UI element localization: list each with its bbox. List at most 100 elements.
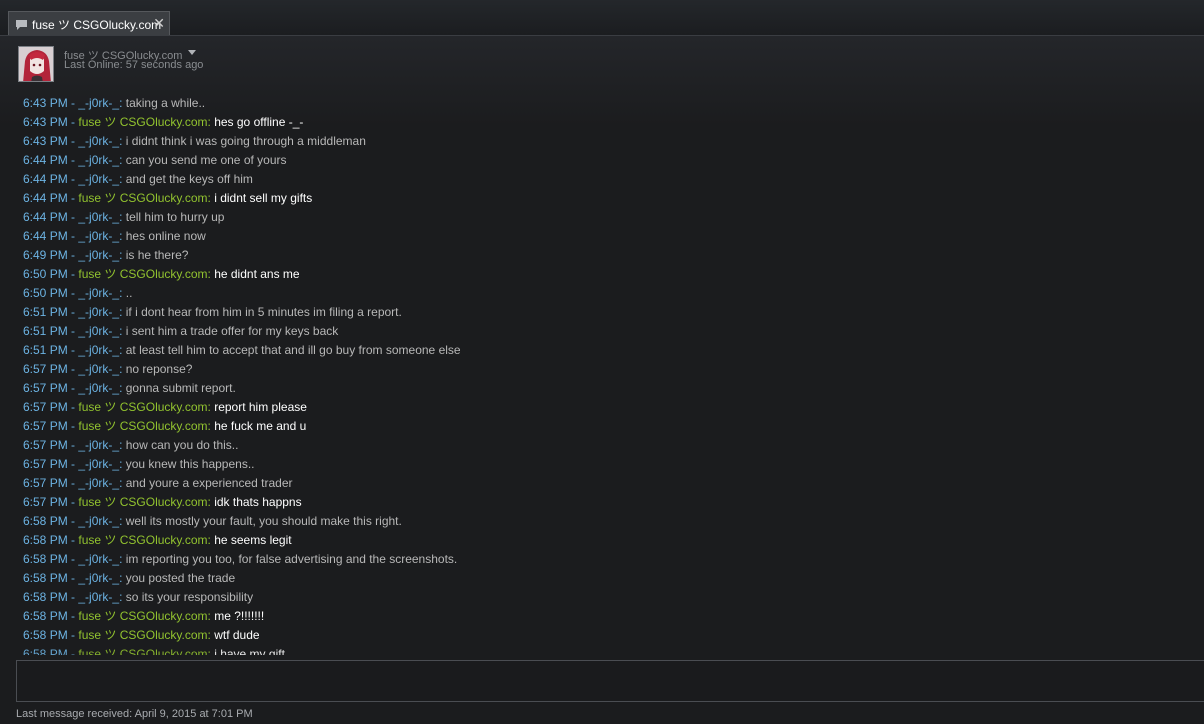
chat-message: 6:57 PM - fuse ツ CSGOlucky.com: idk that…: [23, 495, 302, 509]
message-text: gonna submit report.: [125, 381, 236, 395]
message-author[interactable]: _-j0rk-_: [78, 324, 119, 338]
message-timestamp: 6:58 PM: [23, 552, 68, 566]
message-timestamp: 6:57 PM: [23, 438, 68, 452]
message-author[interactable]: fuse ツ CSGOlucky.com: [78, 419, 207, 433]
message-text: report him please: [214, 400, 307, 414]
message-text: and youre a experienced trader: [125, 476, 293, 490]
message-timestamp: 6:57 PM: [23, 495, 68, 509]
chat-message: 6:57 PM - _-j0rk-_: you knew this happen…: [23, 457, 255, 471]
message-author[interactable]: _-j0rk-_: [78, 96, 119, 110]
message-text: i didnt sell my gifts: [214, 191, 313, 205]
message-text: hes go offline -_-: [214, 115, 304, 129]
close-icon[interactable]: ✕: [153, 15, 165, 31]
message-timestamp: 6:51 PM: [23, 343, 68, 357]
message-text: if i dont hear from him in 5 minutes im …: [125, 305, 402, 319]
message-timestamp: 6:51 PM: [23, 324, 68, 338]
message-author[interactable]: _-j0rk-_: [78, 286, 119, 300]
chat-message: 6:49 PM - _-j0rk-_: is he there?: [23, 248, 189, 262]
message-text: i sent him a trade offer for my keys bac…: [125, 324, 339, 338]
message-input[interactable]: [16, 660, 1204, 702]
message-text: and get the keys off him: [125, 172, 253, 186]
message-text: he fuck me and u: [214, 419, 307, 433]
chat-bubble-icon: [15, 18, 28, 30]
message-author[interactable]: _-j0rk-_: [78, 476, 119, 490]
message-text: how can you do this..: [125, 438, 239, 452]
message-timestamp: 6:58 PM: [23, 590, 68, 604]
tab-chat-fuse[interactable]: fuse ツ CSGOlucky.com ✕: [8, 11, 170, 35]
message-timestamp: 6:58 PM: [23, 571, 68, 585]
message-timestamp: 6:49 PM: [23, 248, 68, 262]
message-author[interactable]: _-j0rk-_: [78, 362, 119, 376]
message-timestamp: 6:50 PM: [23, 267, 68, 281]
chat-message: 6:58 PM - _-j0rk-_: so its your responsi…: [23, 590, 254, 604]
tab-label: fuse ツ CSGOlucky.com: [32, 18, 162, 32]
message-timestamp: 6:57 PM: [23, 457, 68, 471]
chat-message: 6:58 PM - _-j0rk-_: you posted the trade: [23, 571, 236, 585]
message-timestamp: 6:57 PM: [23, 381, 68, 395]
message-author[interactable]: _-j0rk-_: [78, 571, 119, 585]
message-text: wtf dude: [214, 628, 260, 642]
message-author[interactable]: fuse ツ CSGOlucky.com: [78, 115, 207, 129]
message-author[interactable]: _-j0rk-_: [78, 552, 119, 566]
chat-message: 6:43 PM - fuse ツ CSGOlucky.com: hes go o…: [23, 115, 304, 129]
message-author[interactable]: _-j0rk-_: [78, 172, 119, 186]
message-author[interactable]: _-j0rk-_: [78, 210, 119, 224]
message-author[interactable]: _-j0rk-_: [78, 229, 119, 243]
chat-message: 6:51 PM - _-j0rk-_: i sent him a trade o…: [23, 324, 339, 338]
message-timestamp: 6:58 PM: [23, 647, 68, 655]
message-text: ..: [125, 286, 133, 300]
chat-message: 6:43 PM - _-j0rk-_: taking a while..: [23, 96, 206, 110]
message-text: well its mostly your fault, you should m…: [125, 514, 402, 528]
message-author[interactable]: _-j0rk-_: [78, 514, 119, 528]
message-author[interactable]: fuse ツ CSGOlucky.com: [78, 628, 207, 642]
message-text: idk thats happns: [214, 495, 302, 509]
message-timestamp: 6:43 PM: [23, 134, 68, 148]
chat-message: 6:43 PM - _-j0rk-_: i didnt think i was …: [23, 134, 366, 148]
chat-message: 6:57 PM - _-j0rk-_: and youre a experien…: [23, 476, 293, 490]
message-author[interactable]: fuse ツ CSGOlucky.com: [78, 647, 207, 655]
message-author[interactable]: _-j0rk-_: [78, 438, 119, 452]
last-message-received: Last message received: April 9, 2015 at …: [16, 708, 253, 720]
message-timestamp: 6:57 PM: [23, 476, 68, 490]
message-text: im reporting you too, for false advertis…: [125, 552, 458, 566]
message-author[interactable]: _-j0rk-_: [78, 134, 119, 148]
message-text: you posted the trade: [125, 571, 236, 585]
chat-log[interactable]: 6:43 PM - _-j0rk-_: taking a while.. 6:43…: [0, 94, 1204, 655]
message-author[interactable]: fuse ツ CSGOlucky.com: [78, 191, 207, 205]
message-author[interactable]: _-j0rk-_: [78, 343, 119, 357]
message-timestamp: 6:58 PM: [23, 609, 68, 623]
message-author[interactable]: _-j0rk-_: [78, 590, 119, 604]
message-timestamp: 6:43 PM: [23, 96, 68, 110]
chat-message: 6:44 PM - fuse ツ CSGOlucky.com: i didnt …: [23, 191, 313, 205]
message-author[interactable]: fuse ツ CSGOlucky.com: [78, 267, 207, 281]
chat-message: 6:58 PM - fuse ツ CSGOlucky.com: wtf dude: [23, 628, 260, 642]
chevron-down-icon[interactable]: [188, 50, 196, 55]
chat-message: 6:58 PM - _-j0rk-_: well its mostly your…: [23, 514, 402, 528]
message-author[interactable]: fuse ツ CSGOlucky.com: [78, 533, 207, 547]
chat-message: 6:51 PM - _-j0rk-_: if i dont hear from …: [23, 305, 402, 319]
chat-message: 6:51 PM - _-j0rk-_: at least tell him to…: [23, 343, 461, 357]
chat-message: 6:57 PM - _-j0rk-_: no reponse?: [23, 362, 193, 376]
message-author[interactable]: fuse ツ CSGOlucky.com: [78, 609, 207, 623]
message-timestamp: 6:44 PM: [23, 191, 68, 205]
chat-message: 6:44 PM - _-j0rk-_: and get the keys off…: [23, 172, 253, 186]
message-author[interactable]: fuse ツ CSGOlucky.com: [78, 400, 207, 414]
chat-message: 6:58 PM - fuse ツ CSGOlucky.com: he seems…: [23, 533, 292, 547]
avatar[interactable]: [18, 46, 54, 82]
message-timestamp: 6:57 PM: [23, 400, 68, 414]
message-author[interactable]: _-j0rk-_: [78, 248, 119, 262]
chat-message: 6:57 PM - fuse ツ CSGOlucky.com: report h…: [23, 400, 307, 414]
message-author[interactable]: _-j0rk-_: [78, 381, 119, 395]
message-text: i didnt think i was going through a midd…: [125, 134, 366, 148]
tab-bar: fuse ツ CSGOlucky.com ✕: [0, 0, 1204, 36]
message-author[interactable]: fuse ツ CSGOlucky.com: [78, 495, 207, 509]
message-text: taking a while..: [125, 96, 206, 110]
friend-status: Last Online: 57 seconds ago: [64, 59, 204, 71]
message-author[interactable]: _-j0rk-_: [78, 305, 119, 319]
message-text: so its your responsibility: [125, 590, 254, 604]
message-author[interactable]: _-j0rk-_: [78, 153, 119, 167]
message-text: is he there?: [125, 248, 189, 262]
message-text: he seems legit: [214, 533, 292, 547]
message-author[interactable]: _-j0rk-_: [78, 457, 119, 471]
message-timestamp: 6:44 PM: [23, 153, 68, 167]
